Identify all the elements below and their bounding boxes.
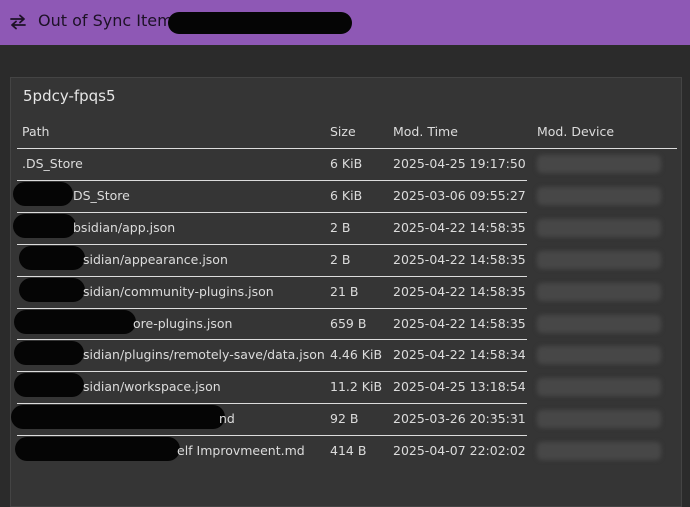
mod-device-cell-blurred: [537, 155, 661, 173]
path-cell: .DS_Store: [22, 156, 83, 171]
row-divider: [17, 339, 527, 341]
mod-time-cell: 2025-04-22 14:58:34: [393, 347, 526, 363]
row-divider: [17, 179, 527, 181]
row-divider: [17, 435, 527, 437]
row-divider: [17, 403, 527, 405]
column-header-mod-time[interactable]: Mod. Time: [393, 124, 458, 139]
mod-device-cell-blurred: [537, 250, 661, 269]
mod-time-cell: 2025-04-22 14:58:35: [393, 315, 526, 331]
mod-device-cell-blurred: [537, 378, 661, 397]
mod-time-cell: 2025-04-07 22:02:02: [393, 443, 526, 459]
redaction-mark: [11, 405, 225, 430]
mod-device-cell-blurred: [537, 314, 661, 333]
path-cell: sidian/appearance.json: [83, 251, 228, 267]
row-divider: [17, 371, 527, 373]
path-cell: sidian/plugins/remotely-save/data.json: [83, 347, 325, 363]
path-cell: nd: [219, 411, 235, 427]
column-header-mod-device[interactable]: Mod. Device: [537, 124, 614, 139]
mod-time-cell: 2025-04-25 19:17:50: [393, 156, 526, 171]
mod-time-cell: 2025-04-22 14:58:35: [393, 251, 526, 267]
size-cell: 2 B: [330, 251, 351, 267]
size-cell: 11.2 KiB: [330, 379, 383, 395]
mod-time-cell: 2025-03-26 20:35:31: [393, 411, 526, 427]
mod-time-cell: 2025-03-06 09:55:27: [393, 187, 526, 203]
size-cell: 414 B: [330, 443, 367, 459]
mod-device-cell-blurred: [537, 410, 661, 429]
redaction-mark: [15, 437, 180, 462]
redaction-mark: [14, 373, 84, 398]
header-divider: [17, 148, 677, 149]
mod-time-cell: 2025-04-25 13:18:54: [393, 379, 526, 395]
redaction-mark: [14, 341, 84, 366]
row-divider: [17, 307, 527, 309]
redaction-mark: [14, 309, 136, 334]
redaction-mark: [19, 277, 85, 302]
page-title: Out of Sync Items: [38, 11, 182, 30]
size-cell: 92 B: [330, 411, 359, 427]
redaction-mark: [168, 12, 352, 34]
folder-id-title: 5pdcy-fpqs5: [23, 87, 116, 105]
redaction-mark: [19, 245, 85, 270]
mod-device-cell-blurred: [537, 186, 661, 205]
path-cell: bsidian/app.json: [73, 219, 176, 235]
column-header-size[interactable]: Size: [330, 124, 356, 139]
mod-device-cell-blurred: [537, 218, 661, 237]
row-divider: [17, 243, 527, 245]
title-bar: Out of Sync Items: [0, 0, 690, 45]
path-cell: ore-plugins.json: [133, 315, 233, 331]
path-cell: DS_Store: [73, 187, 130, 203]
mod-time-cell: 2025-04-22 14:58:35: [393, 219, 526, 235]
row-divider: [17, 211, 527, 213]
mod-device-cell-blurred: [537, 282, 661, 301]
path-cell: elf Improvmeent.md: [177, 443, 305, 459]
row-divider: [17, 275, 527, 277]
path-cell: sidian/workspace.json: [83, 379, 221, 395]
path-cell: sidian/community-plugins.json: [83, 283, 274, 299]
redaction-mark: [13, 181, 73, 206]
redaction-mark: [13, 213, 76, 238]
swap-arrows-icon[interactable]: [8, 12, 28, 32]
size-cell: 2 B: [330, 219, 351, 235]
size-cell: 6 KiB: [330, 156, 363, 171]
mod-device-cell-blurred: [537, 442, 661, 461]
size-cell: 659 B: [330, 315, 367, 331]
column-header-path[interactable]: Path: [22, 124, 49, 139]
size-cell: 6 KiB: [330, 187, 363, 203]
mod-time-cell: 2025-04-22 14:58:35: [393, 283, 526, 299]
mod-device-cell-blurred: [537, 346, 661, 365]
size-cell: 4.46 KiB: [330, 347, 383, 363]
folder-panel: 5pdcy-fpqs5 Path Size Mod. Time Mod. Dev…: [10, 77, 682, 507]
size-cell: 21 B: [330, 283, 359, 299]
